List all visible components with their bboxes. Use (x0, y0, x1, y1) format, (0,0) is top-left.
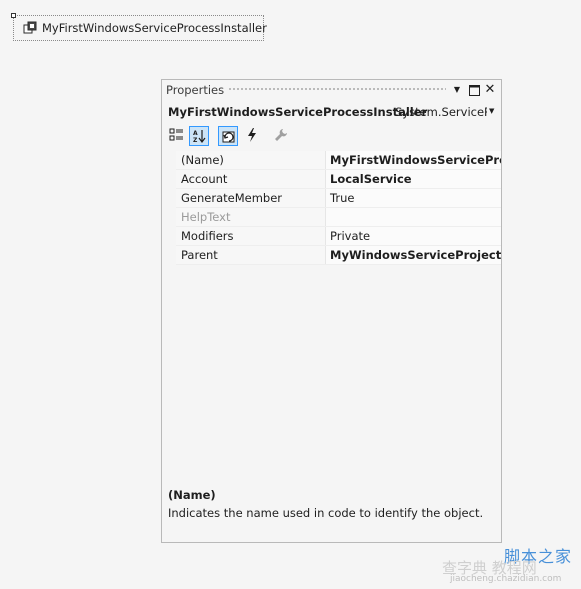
watermark: 脚本之家 查字典 教程网 jiaocheng.chazidian.com (442, 541, 578, 587)
row-gutter (162, 227, 176, 246)
maximize-icon[interactable] (467, 83, 481, 97)
properties-title: Properties (166, 83, 225, 97)
categorized-icon[interactable] (166, 126, 186, 146)
property-value[interactable]: LocalService (326, 170, 501, 188)
description-title: (Name) (168, 488, 216, 502)
svg-text:A: A (193, 130, 198, 137)
properties-toolbar: A Z (162, 124, 501, 148)
close-icon[interactable]: ✕ (483, 83, 497, 97)
wrench-icon[interactable] (271, 126, 291, 146)
chevron-down-icon[interactable]: ▼ (489, 107, 494, 115)
window-position-dropdown-icon[interactable]: ▼ (450, 83, 464, 97)
selected-object-name: MyFirstWindowsServiceProcessInstaller (168, 105, 428, 119)
watermark-line3: jiaocheng.chazidian.com (450, 574, 562, 584)
property-row[interactable]: GenerateMember True (162, 189, 501, 208)
property-value[interactable] (326, 208, 501, 226)
property-name: Account (176, 170, 326, 188)
alphabetical-sort-icon[interactable]: A Z (189, 126, 209, 146)
property-name: (Name) (176, 151, 326, 169)
property-value[interactable]: MyWindowsServiceProjectInst (326, 246, 501, 264)
designer-component[interactable]: MyFirstWindowsServiceProcessInstaller (11, 13, 267, 41)
row-gutter (162, 189, 176, 208)
events-lightning-icon[interactable] (242, 126, 262, 146)
property-row[interactable]: Parent MyWindowsServiceProjectInst (162, 246, 501, 265)
row-gutter (162, 208, 176, 227)
properties-icon[interactable] (218, 126, 238, 146)
titlebar-grip[interactable] (228, 87, 446, 92)
properties-titlebar[interactable]: Properties ▼ ✕ (162, 80, 501, 100)
object-selector[interactable]: MyFirstWindowsServiceProcessInstaller Sy… (162, 102, 501, 122)
property-name: HelpText (176, 208, 326, 226)
selection-handle[interactable] (11, 13, 16, 18)
property-name: GenerateMember (176, 189, 326, 207)
property-row[interactable]: (Name) MyFirstWindowsServiceProces (162, 151, 501, 170)
selected-object-type: System.ServicePr (395, 105, 487, 119)
property-value[interactable]: MyFirstWindowsServiceProces (326, 151, 501, 169)
property-row[interactable]: HelpText (162, 208, 501, 227)
row-gutter (162, 170, 176, 189)
property-value[interactable]: True (326, 189, 501, 207)
property-row[interactable]: Modifiers Private (162, 227, 501, 246)
property-value[interactable]: Private (326, 227, 501, 245)
description-pane: (Name) Indicates the name used in code t… (162, 480, 501, 542)
description-text: Indicates the name used in code to ident… (168, 506, 484, 520)
row-gutter (162, 246, 176, 265)
component-label: MyFirstWindowsServiceProcessInstaller (42, 21, 267, 35)
property-row[interactable]: Account LocalService (162, 170, 501, 189)
svg-text:Z: Z (193, 137, 198, 143)
property-name: Modifiers (176, 227, 326, 245)
properties-window: Properties ▼ ✕ MyFirstWindowsServiceProc… (161, 79, 502, 543)
property-grid: (Name) MyFirstWindowsServiceProces Accou… (162, 151, 501, 474)
property-name: Parent (176, 246, 326, 264)
installer-component-icon (23, 21, 37, 35)
row-gutter (162, 151, 176, 170)
